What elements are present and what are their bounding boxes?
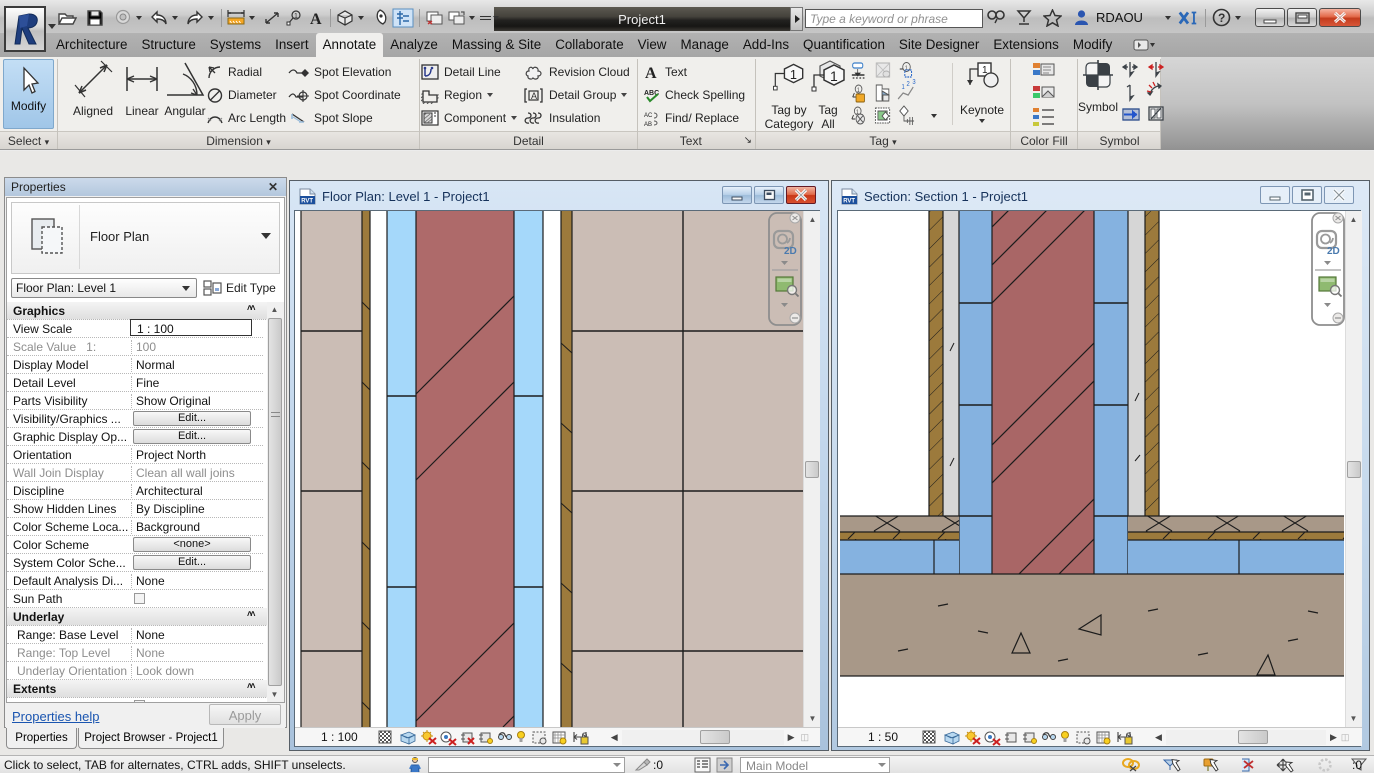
svg-text:1: 1 bbox=[294, 13, 298, 20]
svg-text:A: A bbox=[310, 11, 322, 26]
svg-text:A: A bbox=[645, 65, 657, 81]
svg-text:2D: 2D bbox=[784, 246, 797, 257]
svg-text:1: 1 bbox=[857, 88, 860, 94]
svg-text:1: 1 bbox=[790, 67, 797, 82]
svg-text:RVT: RVT bbox=[301, 198, 313, 204]
svg-text:1: 1 bbox=[901, 84, 905, 92]
svg-text:AC: AC bbox=[644, 113, 653, 119]
svg-text:A: A bbox=[531, 91, 537, 101]
svg-text:1: 1 bbox=[830, 68, 838, 84]
svg-text:RVT: RVT bbox=[843, 198, 855, 204]
svg-text:2: 2 bbox=[907, 81, 911, 89]
svg-text:3: 3 bbox=[912, 79, 916, 87]
svg-text:?: ? bbox=[1218, 11, 1225, 25]
svg-text:2D: 2D bbox=[1327, 246, 1340, 257]
svg-text:AB: AB bbox=[644, 122, 652, 127]
